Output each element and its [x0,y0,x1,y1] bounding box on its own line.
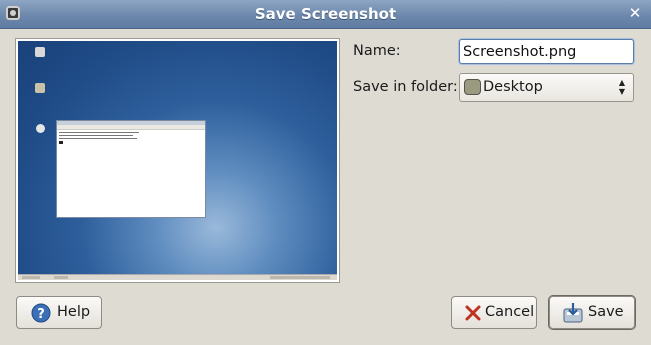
save-button[interactable]: Save [549,296,635,329]
preview-terminal-line [59,138,137,139]
combo-arrows-icon: ▲ ▼ [618,78,626,96]
save-icon [562,302,583,323]
help-button[interactable]: ? Help [16,296,102,329]
preview-terminal-menubar [57,125,205,130]
name-field[interactable] [459,39,634,64]
preview-bottom-panel [18,274,337,280]
name-input[interactable] [463,41,631,62]
preview-terminal-line [59,132,139,133]
screenshot-preview [15,38,340,283]
preview-desktop-image [18,41,337,280]
cancel-button[interactable]: Cancel [451,296,537,329]
preview-terminal-cursor [59,141,63,144]
name-label: Name: [353,43,401,59]
desktop-folder-icon [35,47,45,57]
save-button-label: Save [588,304,624,320]
cancel-button-label: Cancel [485,304,535,320]
help-icon: ? [31,303,51,323]
preview-terminal-window [56,120,206,218]
desktop-disc-icon [36,124,45,133]
help-button-label: Help [57,304,91,320]
preview-panel-tray [270,276,330,279]
folder-combo[interactable]: Desktop ▲ ▼ [459,73,634,102]
svg-text:?: ? [37,307,45,322]
preview-panel-task [22,276,40,279]
preview-terminal-line [59,135,133,136]
folder-icon [464,79,481,95]
title-bar[interactable]: Save Screenshot ✕ [0,0,651,29]
preview-panel-task [54,276,68,279]
close-icon[interactable]: ✕ [627,4,643,22]
save-screenshot-dialog: Save Screenshot ✕ Name: Save [0,0,651,345]
window-title: Save Screenshot [254,5,397,23]
folder-combo-value: Desktop [483,79,543,95]
cancel-icon [463,303,483,323]
desktop-trash-icon [35,83,45,93]
save-in-folder-label: Save in folder: [353,79,458,95]
